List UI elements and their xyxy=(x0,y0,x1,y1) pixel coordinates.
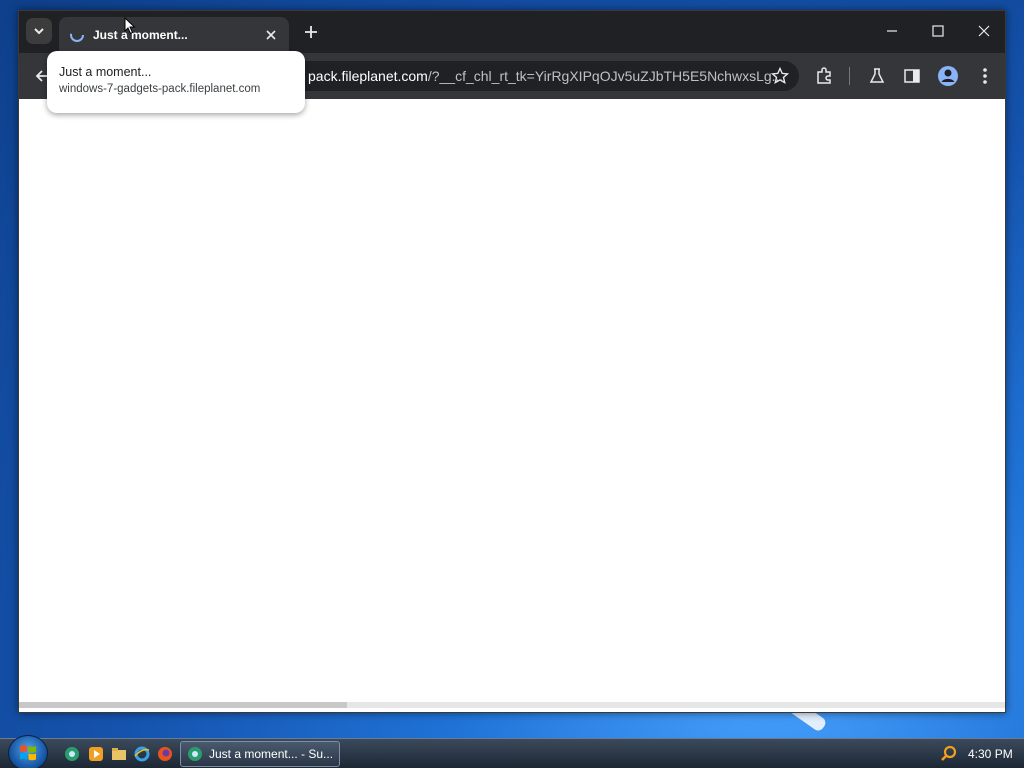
mouse-cursor-icon xyxy=(124,17,136,35)
explorer-icon xyxy=(112,748,126,760)
maximize-button[interactable] xyxy=(915,11,961,51)
extensions-button[interactable] xyxy=(813,65,835,87)
hover-card-url: windows-7-gadgets-pack.fileplanet.com xyxy=(59,83,261,95)
tab-active[interactable]: Just a moment... xyxy=(59,17,289,53)
close-icon xyxy=(266,30,276,40)
internet-explorer-icon xyxy=(134,746,150,762)
quick-launch-media-player[interactable] xyxy=(87,745,105,763)
browser-window: Just a moment... pack.fileplanet.com/?__… xyxy=(18,10,1006,713)
quick-launch-firefox[interactable] xyxy=(156,745,174,763)
labs-icon xyxy=(869,68,885,83)
search-icon[interactable] xyxy=(940,745,958,763)
minimize-icon xyxy=(887,30,897,32)
quick-launch-internet-explorer[interactable] xyxy=(133,745,151,763)
media-player-icon xyxy=(89,747,103,761)
chrome-icon xyxy=(188,747,202,761)
url-path: /?__cf_chl_rt_tk=YirRgXIPqOJv5uZJbTH5E5N… xyxy=(427,68,784,84)
close-icon xyxy=(978,25,990,37)
tab-search-button[interactable] xyxy=(26,18,52,44)
page-content xyxy=(19,99,1005,708)
quick-launch-explorer[interactable] xyxy=(110,745,128,763)
side-panel-button[interactable] xyxy=(901,65,923,87)
chrome-icon xyxy=(65,747,79,761)
horizontal-scrollbar[interactable] xyxy=(19,702,1005,708)
chevron-down-icon xyxy=(34,28,44,35)
quick-launch-chrome[interactable] xyxy=(63,745,81,763)
taskbar: Just a moment... - Su... 4:30 PM xyxy=(0,735,1024,768)
taskbar-task-chrome[interactable]: Just a moment... - Su... xyxy=(180,741,340,767)
hover-card-title: Just a moment... xyxy=(59,65,152,79)
loading-spinner-icon xyxy=(70,28,84,42)
scrollbar-thumb[interactable] xyxy=(19,702,347,708)
star-icon[interactable] xyxy=(771,67,789,85)
window-close-button[interactable] xyxy=(961,11,1007,51)
profile-icon xyxy=(938,66,958,86)
menu-icon xyxy=(983,68,987,84)
clock[interactable]: 4:30 PM xyxy=(968,747,1013,761)
maximize-icon xyxy=(932,25,944,37)
url-text: pack.fileplanet.com/?__cf_chl_rt_tk=YirR… xyxy=(308,68,783,84)
minimize-button[interactable] xyxy=(869,11,915,51)
start-button[interactable] xyxy=(8,735,48,768)
windows-logo-icon xyxy=(20,745,36,761)
tab-title: Just a moment... xyxy=(93,28,188,42)
firefox-icon xyxy=(158,747,172,761)
profile-button[interactable] xyxy=(937,65,959,87)
plus-icon xyxy=(305,26,317,38)
menu-button[interactable] xyxy=(974,65,996,87)
url-host: pack.fileplanet.com xyxy=(308,68,428,84)
task-button-label: Just a moment... - Su... xyxy=(209,747,333,761)
title-bar: Just a moment... xyxy=(19,11,1005,53)
tab-close-button[interactable] xyxy=(263,27,279,43)
extensions-icon xyxy=(817,67,831,84)
labs-button[interactable] xyxy=(866,65,888,87)
tab-hover-card: Just a moment... windows-7-gadgets-pack.… xyxy=(47,51,305,113)
toolbar-separator xyxy=(849,67,850,85)
side-panel-icon xyxy=(904,69,920,83)
new-tab-button[interactable] xyxy=(301,22,321,42)
